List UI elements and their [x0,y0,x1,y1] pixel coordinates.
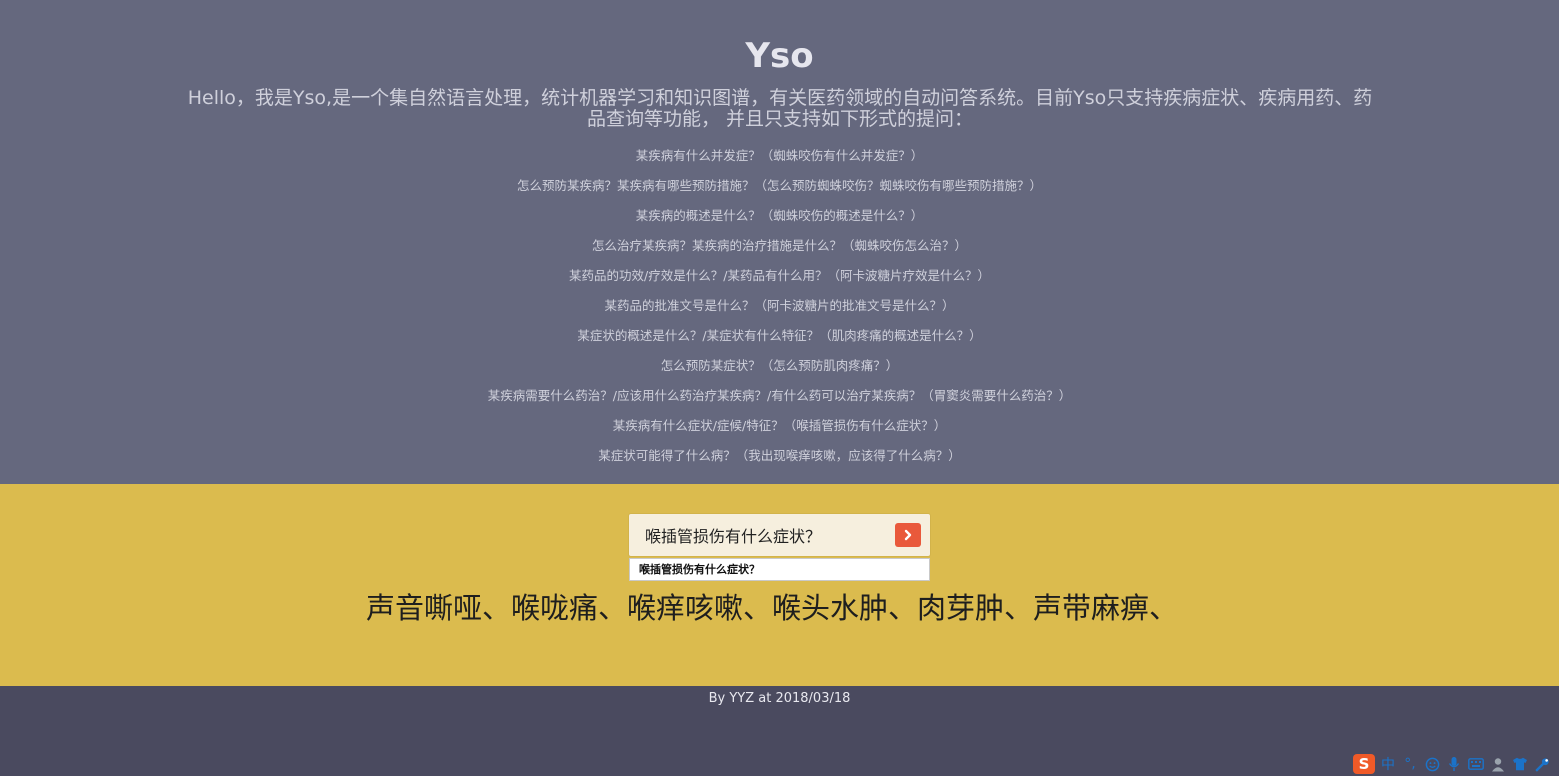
smiley-icon[interactable] [1423,754,1441,774]
page-title: Yso [745,36,814,76]
intro-text: Hello，我是Yso,是一个集自然语言处理，统计机器学习和知识图谱，有关医药领… [187,87,1373,130]
question-item: 某药品的功效/疗效是什么？/某药品有什么用？（阿卡波糖片疗效是什么？） [569,268,990,283]
search-box [629,514,930,556]
question-item: 某疾病的概述是什么？（蜘蛛咬伤的概述是什么？） [635,208,924,223]
question-item: 某疾病有什么并发症？（蜘蛛咬伤有什么并发症？） [635,148,924,163]
question-item: 怎么预防某症状？（怎么预防肌肉疼痛？） [660,358,899,373]
microphone-icon[interactable] [1445,754,1463,774]
shirt-icon[interactable] [1511,754,1529,774]
intro-section: Yso Hello，我是Yso,是一个集自然语言处理，统计机器学习和知识图谱，有… [0,0,1559,484]
ime-mode[interactable]: 中 [1379,754,1397,774]
ime-logo[interactable]: S [1353,754,1375,774]
user-icon[interactable] [1489,754,1507,774]
question-item: 某症状的概述是什么？/某症状有什么特征？（肌肉疼痛的概述是什么？） [577,328,982,343]
search-input[interactable] [629,514,889,556]
chevron-right-icon [904,529,912,541]
wrench-icon[interactable] [1533,754,1551,774]
answer-text: 声音嘶哑、喉咙痛、喉痒咳嗽、喉头水肿、肉芽肿、声带麻痹、 [365,591,1178,625]
question-item: 怎么治疗某疾病？某疾病的治疗措施是什么？（蜘蛛咬伤怎么治？） [591,238,967,253]
question-item: 某药品的批准文号是什么？（阿卡波糖片的批准文号是什么？） [604,298,955,313]
ime-toolbar: S 中 °, [1353,752,1559,776]
question-item: 某疾病需要什么药治？/应该用什么药治疗某疾病？/有什么药可以治疗某疾病？（胃窦炎… [487,388,1072,403]
question-list: 某疾病有什么并发症？（蜘蛛咬伤有什么并发症？） 怎么预防某疾病？某疾病有哪些预防… [0,146,1559,476]
autocomplete-suggestion[interactable]: 喉插管损伤有什么症状？ [629,558,930,581]
ime-punct[interactable]: °, [1401,754,1419,774]
submit-button[interactable] [895,523,921,547]
question-item: 某疾病有什么症状/症候/特征？（喉插管损伤有什么症状？） [612,418,947,433]
footer-credit: By YYZ at 2018/03/18 [708,691,851,706]
keyboard-icon[interactable] [1467,754,1485,774]
question-item: 某症状可能得了什么病？（我出现喉痒咳嗽，应该得了什么病？） [598,448,961,463]
question-item: 怎么预防某疾病？某疾病有哪些预防措施？（怎么预防蜘蛛咬伤？蜘蛛咬伤有哪些预防措施… [516,178,1042,193]
